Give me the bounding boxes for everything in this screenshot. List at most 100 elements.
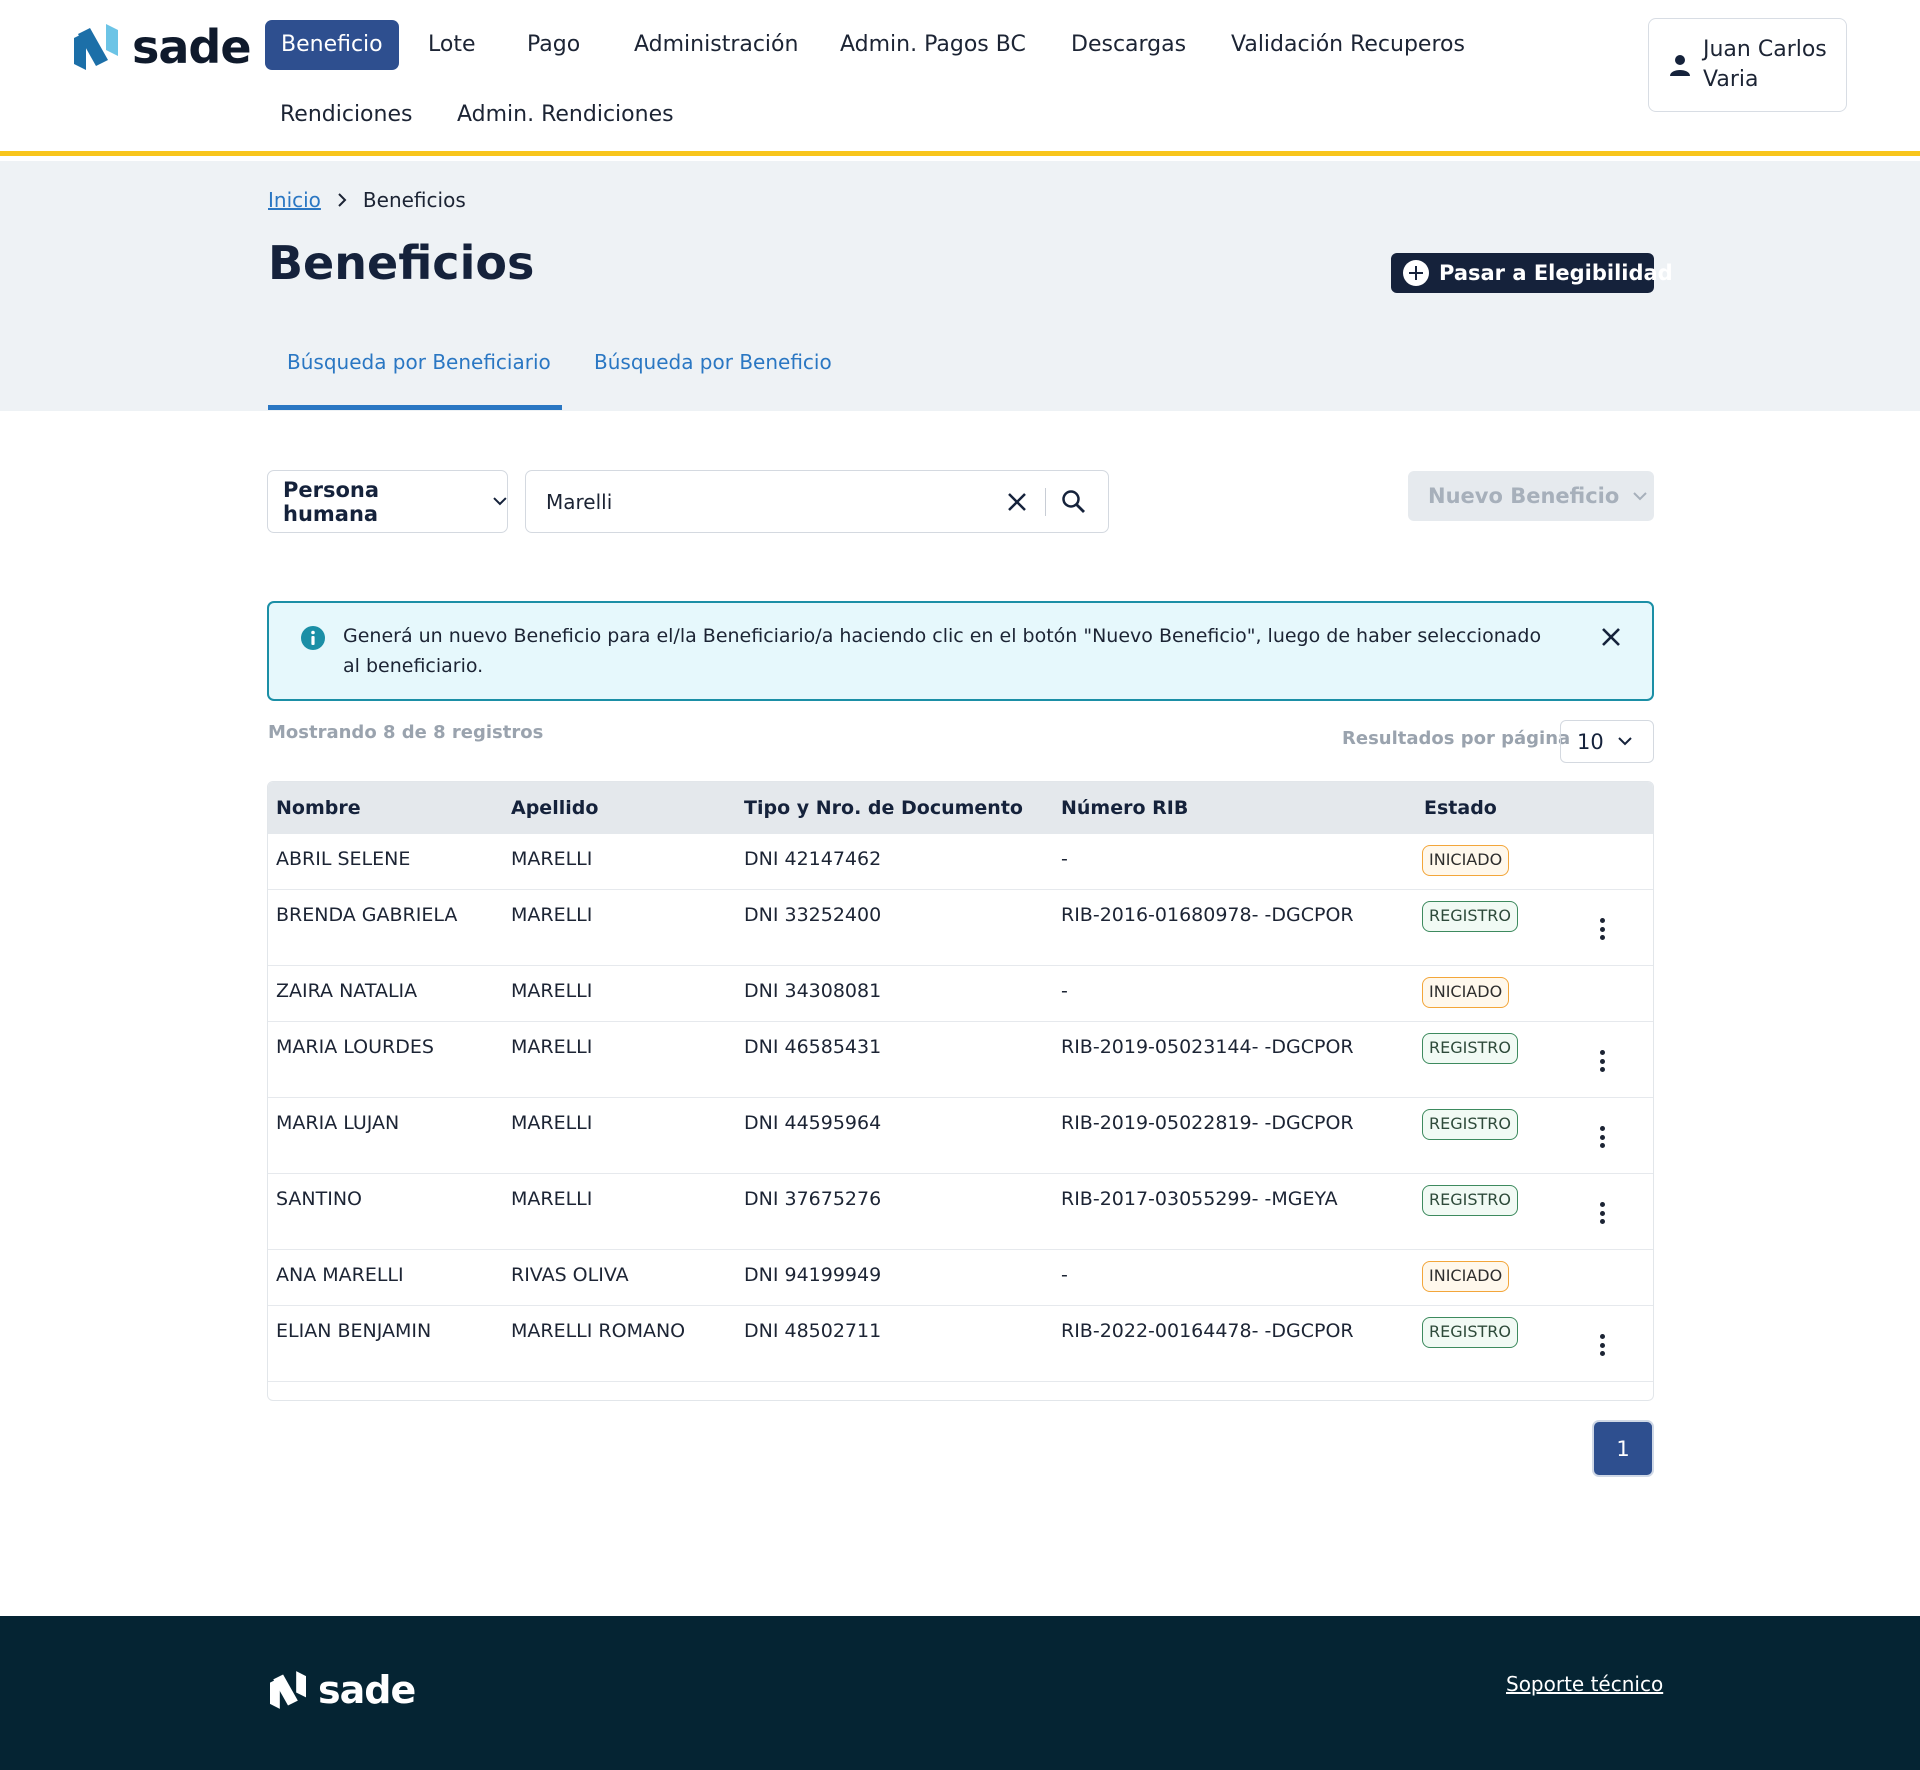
cell-rib: RIB-2017-03055299- -MGEYA <box>1061 1188 1338 1210</box>
cell-nombre: SANTINO <box>276 1188 363 1210</box>
column-header-apellido: Apellido <box>511 797 599 819</box>
more-actions-icon[interactable] <box>1592 1332 1612 1358</box>
search-input[interactable] <box>546 487 986 517</box>
breadcrumb-home-link[interactable]: Inicio <box>268 188 321 212</box>
cell-rib: RIB-2022-00164478- -DGCPOR <box>1061 1320 1354 1342</box>
cell-apellido: MARELLI <box>511 1112 593 1134</box>
close-icon[interactable] <box>1599 625 1623 649</box>
persona-type-select[interactable]: Persona humana <box>267 470 508 533</box>
cell-nombre: ABRIL SELENE <box>276 848 411 870</box>
nav-admin-rendiciones[interactable]: Admin. Rendiciones <box>457 102 674 127</box>
sade-logo-icon <box>270 1671 306 1709</box>
plus-circle-icon <box>1403 260 1429 286</box>
per-page-label: Resultados por página <box>1342 728 1571 749</box>
active-tab-indicator <box>268 405 562 410</box>
cell-apellido: MARELLI <box>511 848 593 870</box>
breadcrumb: Inicio Beneficios <box>268 188 466 212</box>
cell-rib: RIB-2016-01680978- -DGCPOR <box>1061 904 1354 926</box>
nav-validacion-recuperos[interactable]: Validación Recuperos <box>1231 32 1465 57</box>
cell-apellido: MARELLI <box>511 980 593 1002</box>
table-row[interactable]: SANTINO MARELLI DNI 37675276 RIB-2017-03… <box>268 1174 1653 1250</box>
per-page-select[interactable]: 10 <box>1560 720 1654 763</box>
cell-rib: - <box>1061 980 1068 1002</box>
table-row[interactable]: ANA MARELLI RIVAS OLIVA DNI 94199949 - I… <box>268 1250 1653 1306</box>
pasar-a-elegibilidad-button[interactable]: Pasar a Elegibilidad <box>1391 253 1673 293</box>
clear-icon[interactable] <box>1006 491 1028 513</box>
status-badge: REGISTRO <box>1422 1033 1518 1064</box>
table-row[interactable]: ELIAN BENJAMIN MARELLI ROMANO DNI 485027… <box>268 1306 1653 1382</box>
nav-administracion[interactable]: Administración <box>634 32 798 57</box>
user-name: Juan Carlos Varia <box>1703 37 1827 92</box>
cell-documento: DNI 94199949 <box>744 1264 882 1286</box>
page-title: Beneficios <box>268 236 535 290</box>
status-badge: REGISTRO <box>1422 1317 1518 1348</box>
nav-lote[interactable]: Lote <box>428 32 476 57</box>
info-alert: Generá un nuevo Beneficio para el/la Ben… <box>267 601 1654 701</box>
table-row[interactable]: ZAIRA NATALIA MARELLI DNI 34308081 - INI… <box>268 966 1653 1022</box>
alert-text: Generá un nuevo Beneficio para el/la Ben… <box>343 625 1542 677</box>
tab-busqueda-por-beneficio[interactable]: Búsqueda por Beneficio <box>594 350 832 374</box>
cell-apellido: RIVAS OLIVA <box>511 1264 629 1286</box>
cell-rib: RIB-2019-05022819- -DGCPOR <box>1061 1112 1354 1134</box>
cell-documento: DNI 44595964 <box>744 1112 882 1134</box>
search-divider <box>1045 488 1046 516</box>
user-menu-button[interactable]: Juan Carlos Varia <box>1648 18 1847 112</box>
chevron-down-icon <box>1633 491 1647 500</box>
tab-busqueda-por-beneficiario[interactable]: Búsqueda por Beneficiario <box>287 350 551 374</box>
user-icon <box>1670 55 1690 76</box>
cell-apellido: MARELLI <box>511 1036 593 1058</box>
sade-logo-icon <box>74 24 118 70</box>
nav-admin-pagos-bc[interactable]: Admin. Pagos BC <box>840 32 1026 57</box>
cell-rib: RIB-2019-05023144- -DGCPOR <box>1061 1036 1354 1058</box>
logo-text: sade <box>132 20 252 74</box>
chevron-down-icon <box>1618 737 1632 746</box>
nav-rendiciones[interactable]: Rendiciones <box>280 102 412 127</box>
more-actions-icon[interactable] <box>1592 1124 1612 1150</box>
cell-documento: DNI 48502711 <box>744 1320 882 1342</box>
table-row[interactable]: BRENDA GABRIELA MARELLI DNI 33252400 RIB… <box>268 890 1653 966</box>
cell-nombre: ZAIRA NATALIA <box>276 980 418 1002</box>
breadcrumb-current: Beneficios <box>362 188 466 212</box>
table-row[interactable]: MARIA LUJAN MARELLI DNI 44595964 RIB-201… <box>268 1098 1653 1174</box>
cell-apellido: MARELLI ROMANO <box>511 1320 686 1342</box>
table-row[interactable]: MARIA LOURDES MARELLI DNI 46585431 RIB-2… <box>268 1022 1653 1098</box>
column-header-estado: Estado <box>1424 797 1497 819</box>
column-header-documento: Tipo y Nro. de Documento <box>744 797 1023 819</box>
cell-documento: DNI 37675276 <box>744 1188 882 1210</box>
sade-logo[interactable]: sade <box>74 20 252 74</box>
cell-nombre: ANA MARELLI <box>276 1264 404 1286</box>
table-row[interactable]: ABRIL SELENE MARELLI DNI 42147462 - INIC… <box>268 834 1653 890</box>
chevron-down-icon <box>493 497 507 506</box>
chevron-right-icon <box>338 193 347 207</box>
search-icon[interactable] <box>1061 489 1087 515</box>
cell-nombre: MARIA LUJAN <box>276 1112 400 1134</box>
status-badge: INICIADO <box>1422 977 1510 1008</box>
cell-apellido: MARELLI <box>511 1188 593 1210</box>
cell-documento: DNI 33252400 <box>744 904 882 926</box>
cell-nombre: BRENDA GABRIELA <box>276 904 458 926</box>
cell-documento: DNI 42147462 <box>744 848 882 870</box>
results-count: Mostrando 8 de 8 registros <box>268 722 544 743</box>
search-box <box>525 470 1109 533</box>
nav-beneficio[interactable]: Beneficio <box>265 20 399 70</box>
nuevo-beneficio-button[interactable]: Nuevo Beneficio <box>1408 471 1654 521</box>
pasar-a-elegibilidad-label: Pasar a Elegibilidad <box>1439 261 1673 285</box>
status-badge: INICIADO <box>1422 845 1510 876</box>
pagination-page-button[interactable]: 1 <box>1592 1420 1654 1477</box>
status-badge: REGISTRO <box>1422 1185 1518 1216</box>
cell-apellido: MARELLI <box>511 904 593 926</box>
column-header-nombre: Nombre <box>276 797 361 819</box>
soporte-tecnico-link[interactable]: Soporte técnico <box>1506 1672 1663 1696</box>
cell-documento: DNI 46585431 <box>744 1036 882 1058</box>
beneficiarios-table: Nombre Apellido Tipo y Nro. de Documento… <box>267 781 1654 1401</box>
footer-logo-text: sade <box>318 1668 416 1712</box>
nav-descargas[interactable]: Descargas <box>1071 32 1186 57</box>
more-actions-icon[interactable] <box>1592 1048 1612 1074</box>
nuevo-beneficio-label: Nuevo Beneficio <box>1428 484 1620 508</box>
nav-pago[interactable]: Pago <box>527 32 580 57</box>
cell-nombre: ELIAN BENJAMIN <box>276 1320 432 1342</box>
more-actions-icon[interactable] <box>1592 916 1612 942</box>
column-header-rib: Número RIB <box>1061 797 1189 819</box>
footer-logo[interactable]: sade <box>270 1668 416 1712</box>
more-actions-icon[interactable] <box>1592 1200 1612 1226</box>
